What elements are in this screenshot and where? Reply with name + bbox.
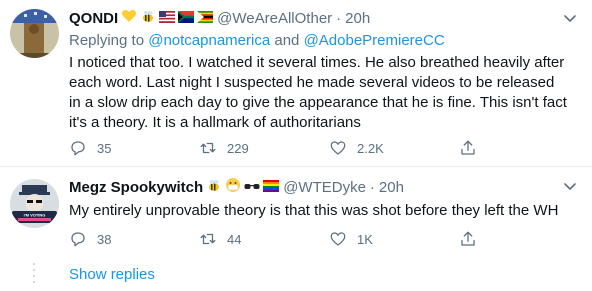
avatar-badge-text: I'M VOTING <box>24 213 46 218</box>
timestamp[interactable]: 20h <box>345 9 370 29</box>
sunglasses-icon <box>244 178 260 198</box>
display-name[interactable]: Megz Spookywitch <box>69 178 203 198</box>
like-icon <box>330 232 346 246</box>
mention-link-2[interactable]: @AdobePremiereCC <box>304 32 445 49</box>
replying-and: and <box>274 32 300 49</box>
retweet-count: 44 <box>227 231 242 247</box>
reply-button[interactable]: 35 <box>69 139 199 157</box>
like-count: 1K <box>357 231 373 247</box>
tweet-text: I noticed that too. I watched it several… <box>69 54 567 131</box>
reply-count: 38 <box>97 231 112 247</box>
reply-icon <box>71 232 85 247</box>
like-button[interactable]: 2.2K <box>329 139 459 157</box>
mention-link-1[interactable]: @notcapnamerica <box>148 32 270 49</box>
share-icon <box>461 231 475 246</box>
caret-down-icon[interactable] <box>562 10 578 26</box>
like-count: 2.2K <box>357 140 384 156</box>
south-africa-flag-icon <box>178 9 195 29</box>
replying-to-label: Replying to <box>69 32 145 49</box>
caret-down-icon[interactable] <box>562 178 578 194</box>
us-flag-icon <box>159 9 176 29</box>
retweet-button[interactable]: 229 <box>199 139 329 157</box>
tweet-body: QONDI @WeAreAllOther · 20h Replying to @… <box>69 8 572 133</box>
retweet-icon <box>200 233 216 245</box>
share-icon <box>461 140 475 155</box>
timestamp[interactable]: 20h <box>379 178 404 198</box>
tweet-header: Megz Spookywitch @WTEDyke · 20h <box>69 177 572 199</box>
user-handle[interactable]: @WTEDyke <box>283 178 366 198</box>
tweet-megz[interactable]: I'M VOTING Megz Spookywitch @WTEDyke · 2… <box>0 166 592 258</box>
tweet-actions: 35 229 2.2K <box>69 139 589 157</box>
tweet-qondi[interactable]: QONDI @WeAreAllOther · 20h Replying to @… <box>0 0 592 167</box>
rainbow-flag-icon <box>263 178 280 198</box>
like-button[interactable]: 1K <box>329 230 459 248</box>
separator-dot: · <box>369 179 375 196</box>
display-name[interactable]: QONDI <box>69 9 118 29</box>
retweet-count: 229 <box>227 140 249 156</box>
share-button[interactable] <box>459 230 589 248</box>
avatar-megz[interactable]: I'M VOTING <box>10 179 59 228</box>
tweet-body: Megz Spookywitch @WTEDyke · 20h My entir… <box>69 177 572 221</box>
tweet-header: QONDI @WeAreAllOther · 20h <box>69 8 572 30</box>
replying-to: Replying to @notcapnamerica and @AdobePr… <box>69 31 572 51</box>
separator-dot: · <box>336 10 342 27</box>
bee-icon <box>140 8 156 30</box>
bee-icon <box>206 177 222 199</box>
show-replies-link[interactable]: Show replies <box>69 265 155 285</box>
tweet-text: My entirely unprovable theory is that th… <box>69 202 559 219</box>
reply-count: 35 <box>97 140 112 156</box>
retweet-button[interactable]: 44 <box>199 230 329 248</box>
retweet-icon <box>200 142 216 154</box>
reply-button[interactable]: 38 <box>69 230 199 248</box>
thread-dots <box>33 263 35 289</box>
reply-icon <box>71 141 85 156</box>
like-icon <box>330 141 346 155</box>
tweet-actions: 38 44 1K <box>69 230 589 248</box>
yellow-heart-icon <box>121 8 137 30</box>
face-mask-icon <box>225 177 241 199</box>
zimbabwe-flag-icon <box>197 9 214 29</box>
share-button[interactable] <box>459 139 589 157</box>
avatar-qondi[interactable] <box>10 9 59 58</box>
user-handle[interactable]: @WeAreAllOther <box>217 9 332 29</box>
